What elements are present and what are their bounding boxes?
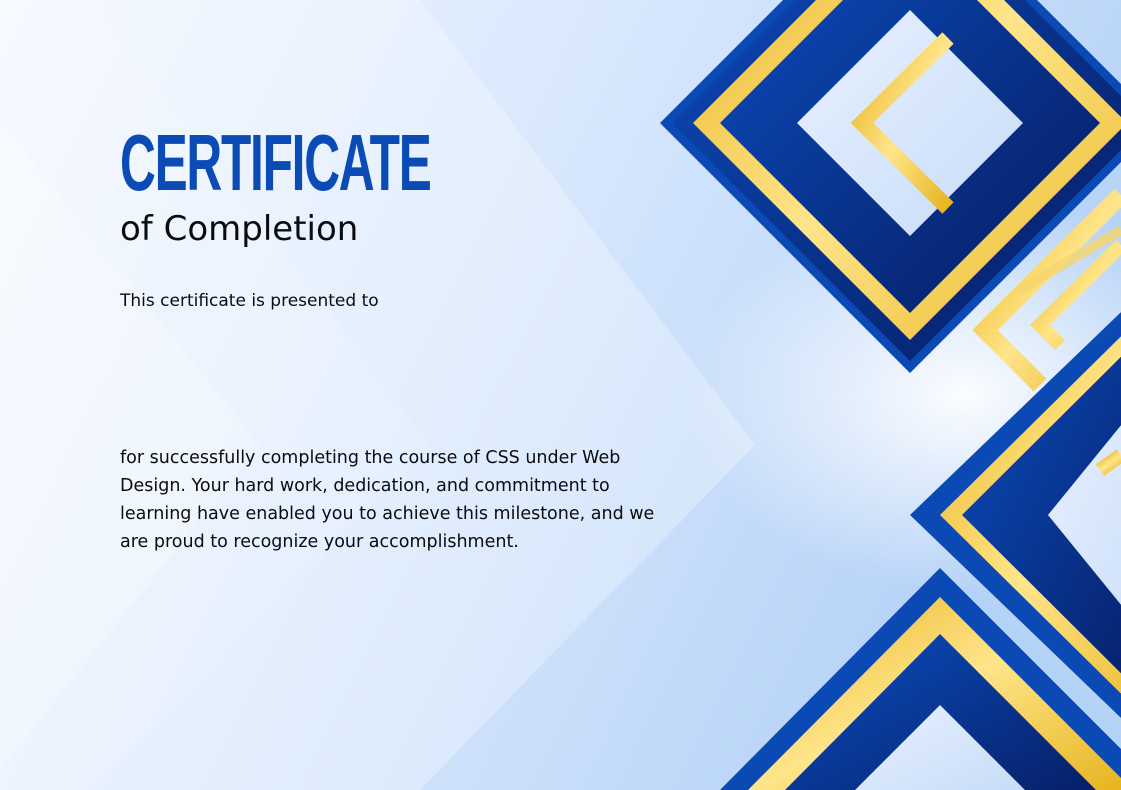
presented-to-text: This certificate is presented to [120, 291, 379, 311]
certificate-subtitle: of Completion [120, 209, 359, 249]
recipient-name [120, 340, 720, 400]
certificate-description: for successfully completing the course o… [120, 444, 740, 556]
certificate: CERTIFICATE of Completion This certifica… [0, 0, 1121, 790]
description-line: Design. Your hard work, dedication, and … [120, 476, 610, 496]
description-line: learning have enabled you to achieve thi… [120, 504, 655, 524]
description-line: for successfully completing the course o… [120, 448, 621, 468]
certificate-title: CERTIFICATE [120, 118, 432, 207]
description-line: are proud to recognize your accomplishme… [120, 532, 519, 552]
